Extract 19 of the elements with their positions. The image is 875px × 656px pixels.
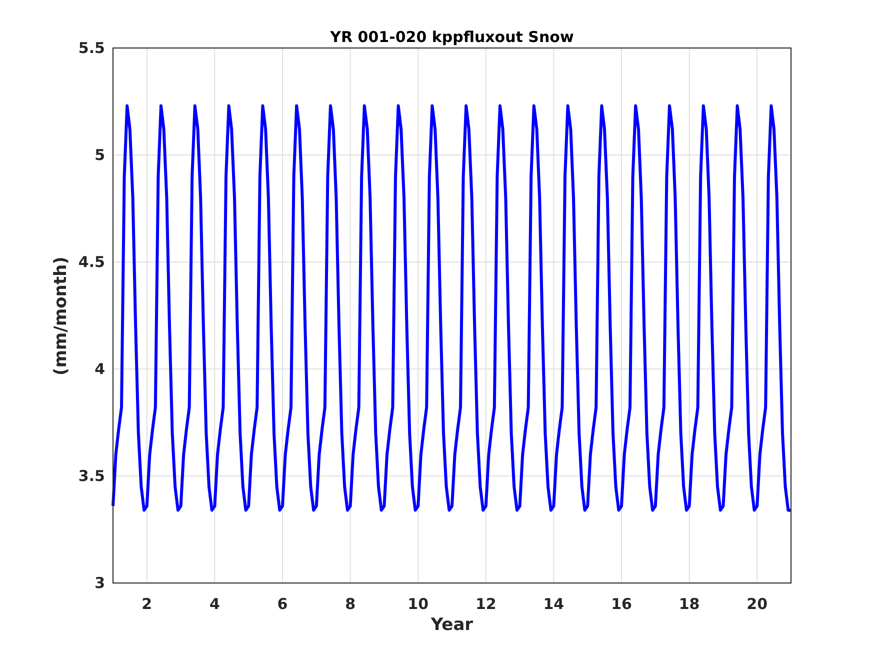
x-tick-label: 6 [277,595,288,613]
x-tick-label: 20 [746,595,768,613]
y-tick-label: 3.5 [78,467,105,485]
x-tick-label: 10 [408,595,429,613]
x-tick-label: 14 [543,595,564,613]
y-tick-label: 5 [94,146,105,164]
x-tick-label: 4 [209,595,220,613]
y-tick-label: 4.5 [78,253,105,271]
y-tick-label: 4 [94,360,105,378]
y-tick-label: 5.5 [78,39,105,57]
x-axis-label: Year [430,615,474,635]
x-tick-label: 18 [678,595,700,613]
x-tick-label: 8 [345,595,356,613]
x-tick-label: 16 [611,595,632,613]
y-axis-label: (mm/month) [51,256,71,376]
x-tick-label: 12 [475,595,496,613]
chart-title: YR 001-020 kppfluxout Snow [330,28,574,46]
y-tick-label: 3 [94,574,105,592]
x-tick-label: 2 [142,595,152,613]
